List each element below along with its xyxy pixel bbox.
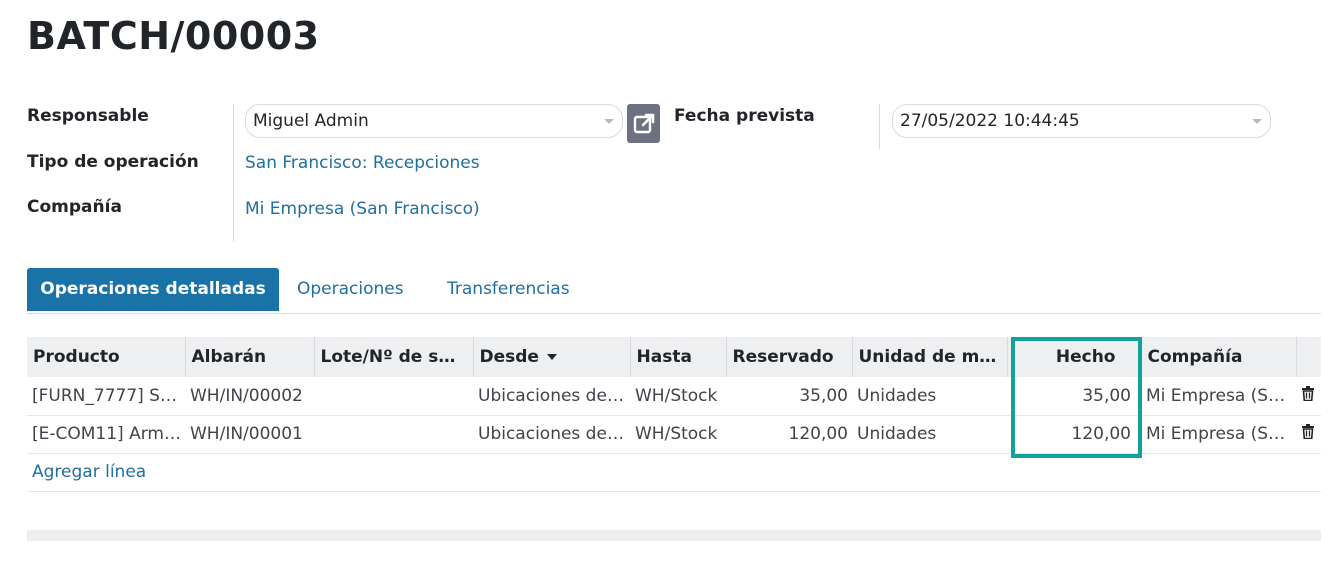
cell-compania[interactable]: Mi Empresa (San Francisco) bbox=[1141, 415, 1296, 454]
fecha-prevista-value: 27/05/2022 10:44:45 bbox=[900, 111, 1080, 131]
column-header-hecho[interactable]: Hecho bbox=[1006, 337, 1141, 377]
record-title: BATCH/00003 bbox=[27, 14, 320, 58]
fecha-prevista-field[interactable]: 27/05/2022 10:44:45 bbox=[892, 104, 1271, 138]
cell-reservado[interactable]: 35,00 bbox=[726, 377, 852, 416]
cell-producto[interactable]: [E-COM11] Armario bbox=[27, 415, 185, 454]
field-divider bbox=[233, 104, 234, 241]
responsable-select[interactable]: Miguel Admin bbox=[245, 104, 623, 138]
add-line-row: Agregar línea bbox=[27, 453, 1321, 492]
cell-producto[interactable]: [FURN_7777] Silla bbox=[27, 377, 185, 416]
cell-lote[interactable] bbox=[314, 415, 473, 454]
tab-operaciones-detalladas[interactable]: Operaciones detalladas bbox=[27, 268, 279, 311]
horizontal-scrollbar[interactable] bbox=[27, 530, 1321, 541]
cell-reservado[interactable]: 120,00 bbox=[726, 415, 852, 454]
column-header-albaran[interactable]: Albarán bbox=[184, 337, 314, 377]
cell-albaran[interactable]: WH/IN/00001 bbox=[185, 415, 314, 454]
compania-label: Compañía bbox=[27, 197, 122, 217]
field-divider bbox=[879, 104, 880, 149]
trash-icon bbox=[1302, 424, 1314, 440]
fecha-prevista-label: Fecha prevista bbox=[674, 106, 815, 126]
column-header-producto[interactable]: Producto bbox=[27, 337, 185, 377]
table-row[interactable]: [E-COM11] Armario WH/IN/00001 Ubicacione… bbox=[27, 415, 1321, 454]
chevron-down-icon bbox=[604, 119, 614, 124]
cell-unidad[interactable]: Unidades bbox=[852, 415, 1007, 454]
cell-lote[interactable] bbox=[314, 377, 473, 416]
delete-row-button[interactable] bbox=[1296, 415, 1321, 454]
cell-compania[interactable]: Mi Empresa (San Francisco) bbox=[1141, 377, 1296, 416]
column-header-hasta[interactable]: Hasta bbox=[629, 337, 726, 377]
external-link-icon bbox=[633, 113, 654, 133]
trash-icon bbox=[1302, 385, 1314, 402]
column-header-reservado[interactable]: Reservado bbox=[725, 337, 852, 377]
column-header-desde[interactable]: Desde bbox=[472, 337, 630, 377]
tipo-operacion-link[interactable]: San Francisco: Recepciones bbox=[245, 153, 480, 173]
cell-hecho[interactable]: 35,00 bbox=[1007, 377, 1141, 416]
column-header-unidad[interactable]: Unidad de medida bbox=[851, 337, 1007, 377]
cell-hasta[interactable]: WH/Stock bbox=[630, 415, 726, 454]
column-header-actions bbox=[1295, 337, 1321, 377]
cell-desde[interactable]: Ubicaciones de empresas asociadas/Provee… bbox=[473, 377, 630, 416]
delete-row-button[interactable] bbox=[1296, 377, 1321, 416]
cell-hecho[interactable]: 120,00 bbox=[1007, 415, 1141, 454]
caret-down-icon bbox=[546, 354, 557, 360]
add-line-link[interactable]: Agregar línea bbox=[32, 462, 146, 482]
tab-operaciones[interactable]: Operaciones bbox=[297, 279, 404, 299]
chevron-down-icon bbox=[1252, 119, 1262, 124]
responsable-value: Miguel Admin bbox=[253, 111, 369, 131]
table-row[interactable]: [FURN_7777] Silla WH/IN/00002 Ubicacione… bbox=[27, 377, 1321, 416]
cell-unidad[interactable]: Unidades bbox=[852, 377, 1007, 416]
table-header-row: Producto Albarán Lote/Nº de serie Desde … bbox=[27, 337, 1321, 377]
compania-link[interactable]: Mi Empresa (San Francisco) bbox=[245, 199, 480, 219]
column-header-desde-label: Desde bbox=[479, 347, 539, 367]
external-link-button[interactable] bbox=[627, 104, 660, 143]
responsable-label: Responsable bbox=[27, 106, 149, 126]
detailed-operations-table: Producto Albarán Lote/Nº de serie Desde … bbox=[27, 337, 1321, 492]
tab-divider bbox=[27, 313, 1321, 314]
tab-transferencias[interactable]: Transferencias bbox=[447, 279, 570, 299]
cell-albaran[interactable]: WH/IN/00002 bbox=[185, 377, 314, 416]
column-header-lote[interactable]: Lote/Nº de serie bbox=[313, 337, 473, 377]
cell-desde[interactable]: Ubicaciones de empresas asociadas/Provee… bbox=[473, 415, 630, 454]
cell-hasta[interactable]: WH/Stock bbox=[630, 377, 726, 416]
column-header-compania[interactable]: Compañía bbox=[1140, 337, 1296, 377]
tipo-operacion-label: Tipo de operación bbox=[27, 152, 199, 172]
